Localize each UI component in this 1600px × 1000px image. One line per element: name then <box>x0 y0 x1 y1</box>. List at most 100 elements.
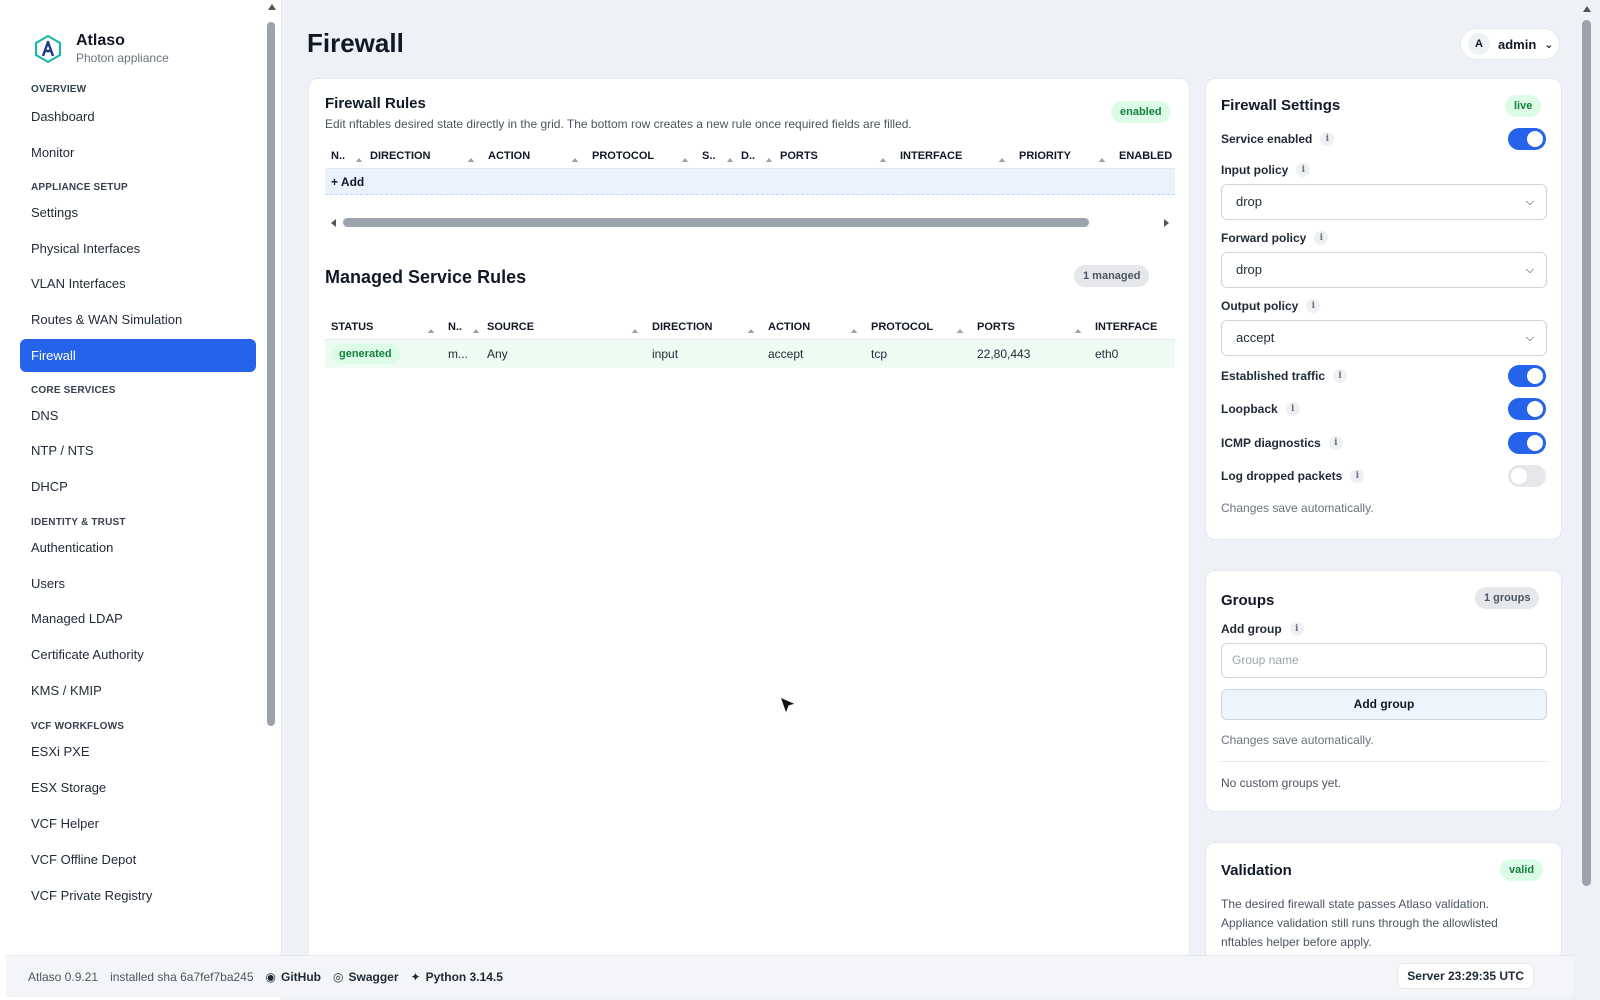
info-icon[interactable]: i <box>1314 231 1329 245</box>
sidebar-item-physical-interfaces[interactable]: Physical Interfaces <box>20 232 256 266</box>
managed-rules-title: Managed Service Rules <box>325 267 527 287</box>
sidebar-item-esxi-pxe[interactable]: ESXi PXE <box>20 735 256 769</box>
add-group-button[interactable]: Add group <box>1221 689 1547 720</box>
col-protocol[interactable]: PROTOCOL <box>865 321 971 333</box>
user-name: admin <box>1498 36 1537 52</box>
action-cell: accept <box>768 347 804 361</box>
source-cell: Any <box>487 347 508 361</box>
col-ports[interactable]: PORTS <box>971 321 1089 333</box>
github-link[interactable]: ◉ GitHub <box>266 970 321 984</box>
grid-header: N.. DIRECTION ACTION PROTOCOL S.. D.. PO… <box>325 143 1175 169</box>
input-policy-select[interactable]: drop ⌵ <box>1221 184 1547 220</box>
sidebar-item-vlan-interfaces[interactable]: VLAN Interfaces <box>20 267 256 301</box>
swagger-link[interactable]: ◎ Swagger <box>333 970 399 984</box>
col-priority[interactable]: PRIORITY <box>1013 150 1113 162</box>
col-status[interactable]: STATUS <box>325 321 442 333</box>
col-destination[interactable]: D.. <box>735 150 774 162</box>
table-row[interactable]: generated m... Any input accept tcp 22,8… <box>325 340 1175 368</box>
col-action[interactable]: ACTION <box>482 150 586 162</box>
sidebar-item-users[interactable]: Users <box>20 567 256 601</box>
scroll-up-arrow-icon[interactable] <box>1583 6 1591 12</box>
col-name[interactable]: N.. <box>325 150 364 162</box>
sidebar-item-kms-kmip[interactable]: KMS / KMIP <box>20 674 256 708</box>
col-direction[interactable]: DIRECTION <box>364 150 482 162</box>
add-rule-row[interactable]: + Add <box>325 169 1175 195</box>
sidebar-item-dashboard[interactable]: Dashboard <box>20 100 256 134</box>
sidebar-item-settings[interactable]: Settings <box>20 196 256 230</box>
interface-cell: eth0 <box>1095 347 1119 361</box>
sidebar-item-dns[interactable]: DNS <box>20 399 256 433</box>
sort-arrow-icon <box>1073 328 1083 333</box>
sidebar-item-vcf-private-registry[interactable]: VCF Private Registry <box>20 879 256 913</box>
col-ports[interactable]: PORTS <box>774 150 894 162</box>
groups-autosave-note: Changes save automatically. <box>1221 733 1374 747</box>
established-traffic-toggle[interactable] <box>1508 365 1546 387</box>
col-direction[interactable]: DIRECTION <box>646 321 762 333</box>
sidebar-item-certificate-authority[interactable]: Certificate Authority <box>20 638 256 672</box>
output-policy-label: Output policy i <box>1221 299 1321 313</box>
sidebar-item-firewall[interactable]: Firewall <box>20 339 256 372</box>
page-scroll-thumb[interactable] <box>1582 20 1591 886</box>
col-action[interactable]: ACTION <box>762 321 865 333</box>
service-enabled-label: Service enabled i <box>1221 132 1335 146</box>
user-menu[interactable]: A admin ⌄ <box>1460 28 1560 60</box>
chevron-down-icon: ⌵ <box>1525 264 1534 276</box>
col-source[interactable]: SOURCE <box>481 321 646 333</box>
brand[interactable]: Atlaso Photon appliance <box>34 32 169 66</box>
sidebar-item-ntp[interactable]: NTP / NTS <box>20 434 256 468</box>
scroll-up-arrow-icon[interactable] <box>268 4 276 10</box>
grid-scroll-thumb[interactable] <box>343 218 1089 227</box>
firewall-rules-description: Edit nftables desired state directly in … <box>325 117 912 131</box>
info-icon[interactable]: i <box>1296 163 1311 177</box>
sidebar-item-vcf-offline-depot[interactable]: VCF Offline Depot <box>20 843 256 877</box>
page-scrollbar[interactable] <box>1580 4 1594 972</box>
sidebar: Atlaso Photon appliance OVERVIEW Dashboa… <box>0 0 282 1000</box>
sort-arrow-icon <box>355 157 363 162</box>
info-icon[interactable]: i <box>1328 436 1343 450</box>
sort-arrow-icon <box>997 157 1007 162</box>
mouse-cursor-icon <box>779 696 797 715</box>
col-enabled[interactable]: ENABLED <box>1113 150 1175 162</box>
forward-policy-label: Forward policy i <box>1221 231 1329 245</box>
sidebar-item-vcf-helper[interactable]: VCF Helper <box>20 807 256 841</box>
info-icon[interactable]: i <box>1350 469 1365 483</box>
avatar: A <box>1468 33 1490 55</box>
python-icon: ✦ <box>410 969 421 984</box>
info-icon[interactable]: i <box>1306 299 1321 313</box>
col-name[interactable]: N.. <box>442 321 481 333</box>
info-icon[interactable]: i <box>1333 369 1348 383</box>
scroll-right-arrow-icon[interactable] <box>1164 219 1169 227</box>
forward-policy-select[interactable]: drop ⌵ <box>1221 252 1547 288</box>
sidebar-item-authentication[interactable]: Authentication <box>20 531 256 565</box>
log-dropped-label: Log dropped packets i <box>1221 469 1365 483</box>
settings-autosave-note: Changes save automatically. <box>1221 501 1374 515</box>
sidebar-item-dhcp[interactable]: DHCP <box>20 470 256 504</box>
sidebar-item-routes-wan[interactable]: Routes & WAN Simulation <box>20 303 256 337</box>
grid-horizontal-scrollbar[interactable] <box>325 216 1175 230</box>
nav-section-vcf-workflows: VCF WORKFLOWS <box>31 721 125 732</box>
managed-rules-grid: STATUS N.. SOURCE DIRECTION ACTION PROTO… <box>325 314 1175 368</box>
add-rule-cell[interactable]: + Add <box>325 175 364 189</box>
col-source[interactable]: S.. <box>696 150 735 162</box>
info-icon[interactable]: i <box>1320 132 1335 146</box>
icmp-diagnostics-toggle[interactable] <box>1508 432 1546 454</box>
col-protocol[interactable]: PROTOCOL <box>586 150 696 162</box>
sidebar-scroll-thumb[interactable] <box>267 22 275 726</box>
nav-section-identity-trust: IDENTITY & TRUST <box>31 517 126 528</box>
output-policy-select[interactable]: accept ⌵ <box>1221 320 1547 356</box>
service-enabled-toggle[interactable] <box>1508 128 1546 150</box>
sidebar-item-managed-ldap[interactable]: Managed LDAP <box>20 602 256 636</box>
firewall-rules-grid: N.. DIRECTION ACTION PROTOCOL S.. D.. PO… <box>325 143 1175 195</box>
col-interface[interactable]: INTERFACE <box>894 150 1013 162</box>
loopback-toggle[interactable] <box>1508 398 1546 420</box>
col-interface[interactable]: INTERFACE <box>1089 321 1175 333</box>
validation-message: The desired firewall state passes Atlaso… <box>1221 897 1498 949</box>
log-dropped-toggle[interactable] <box>1508 465 1546 487</box>
group-name-input[interactable]: Group name <box>1221 643 1547 678</box>
sidebar-item-esx-storage[interactable]: ESX Storage <box>20 771 256 805</box>
info-icon[interactable]: i <box>1285 402 1300 416</box>
info-icon[interactable]: i <box>1289 622 1304 636</box>
sidebar-scrollbar[interactable] <box>266 4 278 952</box>
scroll-left-arrow-icon[interactable] <box>331 219 336 227</box>
sidebar-item-monitor[interactable]: Monitor <box>20 136 256 170</box>
